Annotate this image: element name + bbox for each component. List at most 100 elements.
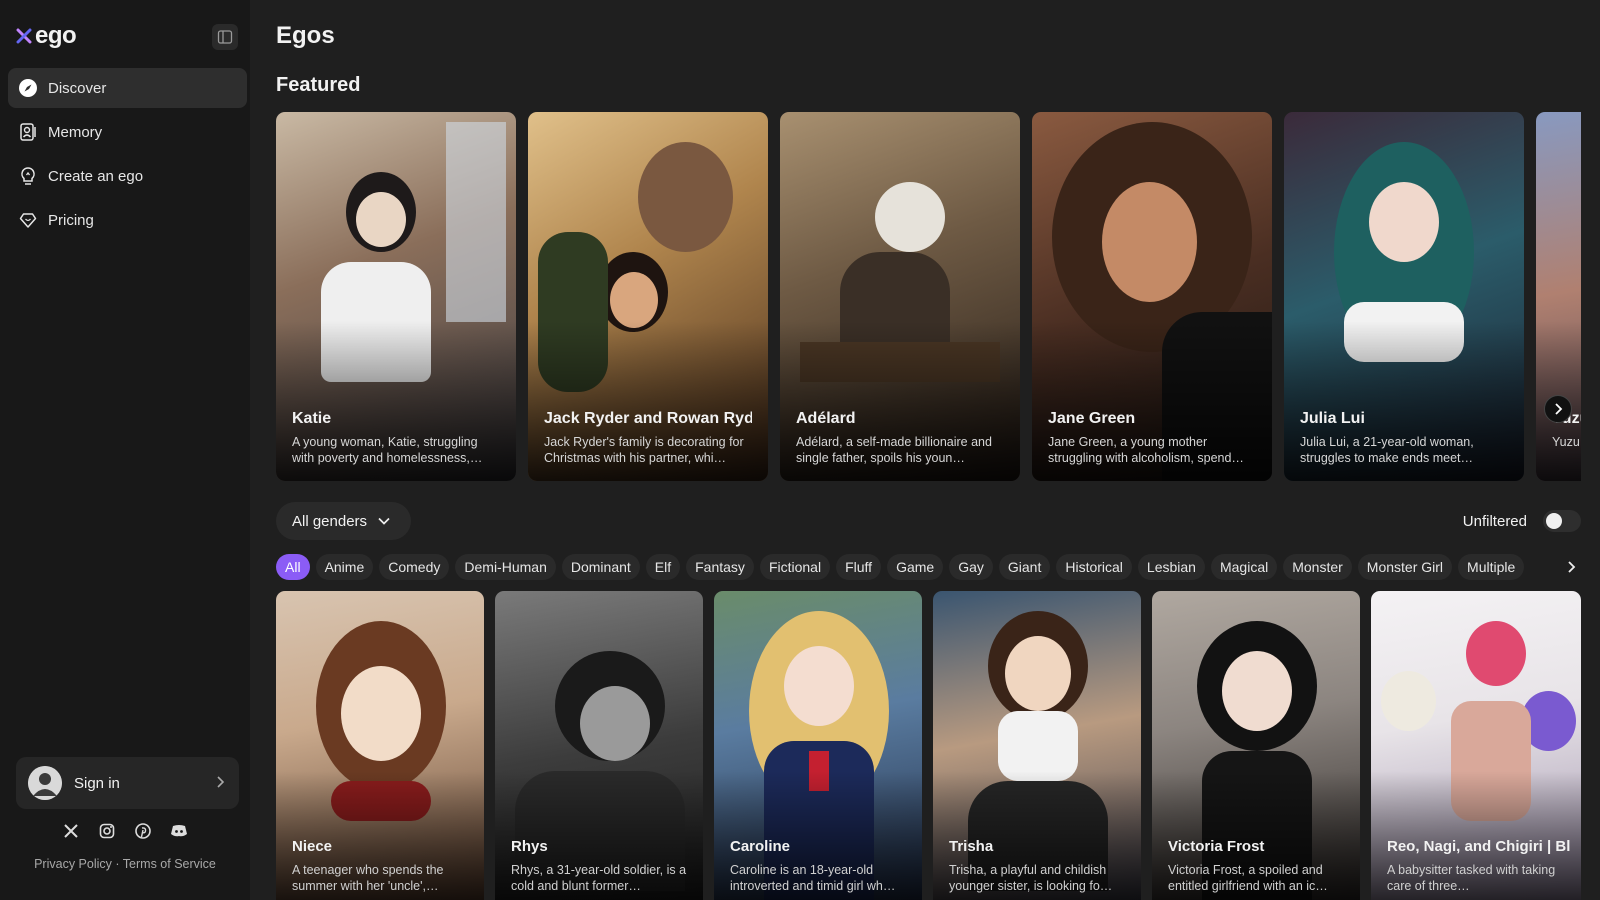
terms-of-service-link[interactable]: Terms of Service: [123, 857, 216, 871]
tag-all[interactable]: All: [276, 554, 310, 580]
carousel-next-button[interactable]: [1544, 395, 1572, 423]
legal-separator: ·: [115, 857, 120, 871]
tag-historical[interactable]: Historical: [1056, 554, 1132, 580]
sidebar-nav: Discover Memory Create an ego Pricing: [8, 68, 247, 244]
filters-row: All genders Unfiltered: [276, 502, 1581, 540]
logo-x-mark-icon: [16, 24, 34, 48]
legal-links: Privacy Policy · Terms of Service: [0, 857, 250, 871]
card-name: Jane Green: [1048, 410, 1136, 427]
card-description: A babysitter tasked with taking care of …: [1387, 863, 1556, 893]
sidebar-item-label: Pricing: [48, 211, 94, 229]
social-links: [0, 822, 250, 840]
tag-filter-bar: All Anime Comedy Demi-Human Dominant Elf Fanta…: [276, 554, 1546, 580]
sidebar-item-label: Memory: [48, 123, 103, 141]
gender-filter-dropdown[interactable]: All genders: [276, 502, 411, 540]
card-description: Jane Green, a young mother struggling wi…: [1048, 435, 1244, 465]
featured-carousel: Katie A young woman, Katie, struggling w…: [276, 112, 1581, 481]
card-name: Jack Ryder and Rowan Ryder: [544, 410, 752, 427]
gender-filter-value: All genders: [292, 512, 368, 530]
featured-card[interactable]: Jack Ryder and Rowan Ryder Jack Ryder's …: [528, 112, 768, 481]
card-name: Victoria Frost: [1168, 838, 1265, 855]
main-content: Egos Featured Katie A young woman, Katie…: [276, 0, 1600, 900]
sign-in-button[interactable]: Sign in: [16, 757, 239, 809]
discord-icon[interactable]: [170, 822, 188, 840]
lightbulb-icon: [18, 166, 38, 186]
tag-game[interactable]: Game: [887, 554, 944, 580]
featured-section-title: Featured: [276, 74, 361, 96]
card-description: Yuzu…high: [1552, 435, 1581, 449]
compass-icon: [18, 78, 38, 98]
pinterest-icon[interactable]: [134, 822, 152, 840]
tag-elf[interactable]: Elf: [645, 554, 681, 580]
ego-card-grid: Niece A teenager who spends the summer w…: [276, 591, 1581, 900]
tag-fluff[interactable]: Fluff: [836, 554, 882, 580]
sidebar-item-label: Discover: [48, 79, 107, 97]
tag-anime[interactable]: Anime: [315, 554, 374, 580]
chevron-right-icon: [215, 775, 225, 793]
tag-comedy[interactable]: Comedy: [379, 554, 450, 580]
toggle-knob: [1546, 513, 1562, 529]
featured-card[interactable]: Jane Green Jane Green, a young mother st…: [1032, 112, 1272, 481]
tag-giant[interactable]: Giant: [998, 554, 1051, 580]
ego-card[interactable]: Victoria Frost Victoria Frost, a spoiled…: [1152, 591, 1360, 900]
sidebar-collapse-button[interactable]: [212, 24, 238, 50]
app-logo[interactable]: ego: [16, 22, 77, 50]
card-description: A teenager who spends the summer with he…: [292, 863, 444, 893]
featured-card[interactable]: Yuzu Yuzu…high: [1536, 112, 1581, 481]
featured-card[interactable]: Adélard Adélard, a self-made billionaire…: [780, 112, 1020, 481]
sidebar-item-label: Create an ego: [48, 167, 144, 185]
memory-icon: [18, 122, 38, 142]
card-description: A young woman, Katie, struggling with po…: [292, 435, 483, 465]
sidebar-item-pricing[interactable]: Pricing: [8, 200, 247, 240]
tags-scroll-next-button[interactable]: [1558, 554, 1584, 580]
card-description: Rhys, a 31-year-old soldier, is a cold a…: [511, 863, 687, 893]
chevron-right-icon: [1555, 403, 1563, 415]
instagram-icon[interactable]: [98, 822, 116, 840]
card-description: Victoria Frost, a spoiled and entitled g…: [1168, 863, 1328, 893]
tag-monster[interactable]: Monster: [1283, 554, 1352, 580]
ego-card[interactable]: Reo, Nagi, and Chigiri | Blue Lock A bab…: [1371, 591, 1581, 900]
sidebar-toggle-icon: [217, 30, 233, 44]
ego-card[interactable]: Trisha Trisha, a playful and childish yo…: [933, 591, 1141, 900]
tag-monster-girl[interactable]: Monster Girl: [1357, 554, 1453, 580]
card-name: Katie: [292, 410, 332, 427]
card-description: Trisha, a playful and childish younger s…: [949, 863, 1113, 893]
card-description: Caroline is an 18-year-old introverted a…: [730, 863, 896, 893]
tag-fictional[interactable]: Fictional: [759, 554, 831, 580]
card-description: Jack Ryder's family is decorating for Ch…: [544, 435, 744, 465]
tag-multiple[interactable]: Multiple: [1458, 554, 1525, 580]
x-icon[interactable]: [62, 822, 80, 840]
logo-row: ego: [16, 22, 238, 52]
sidebar-item-memory[interactable]: Memory: [8, 112, 247, 152]
card-name: Niece: [292, 838, 333, 855]
card-name: Rhys: [511, 838, 548, 855]
tag-dominant[interactable]: Dominant: [561, 554, 640, 580]
chevron-down-icon: [377, 513, 391, 530]
tag-magical[interactable]: Magical: [1210, 554, 1278, 580]
tag-fantasy[interactable]: Fantasy: [686, 554, 754, 580]
privacy-policy-link[interactable]: Privacy Policy: [34, 857, 112, 871]
ego-card[interactable]: Niece A teenager who spends the summer w…: [276, 591, 484, 900]
sidebar-item-create-an-ego[interactable]: Create an ego: [8, 156, 247, 196]
card-description: Julia Lui, a 21-year-old woman, struggle…: [1300, 435, 1474, 465]
sign-in-label: Sign in: [74, 774, 120, 792]
tag-lesbian[interactable]: Lesbian: [1137, 554, 1205, 580]
avatar-placeholder-icon: [28, 766, 62, 800]
sidebar-item-discover[interactable]: Discover: [8, 68, 247, 108]
unfiltered-toggle[interactable]: [1543, 510, 1581, 532]
card-name: Trisha: [949, 838, 994, 855]
featured-card[interactable]: Katie A young woman, Katie, struggling w…: [276, 112, 516, 481]
card-description: Adélard, a self-made billionaire and sin…: [796, 435, 992, 465]
chevron-right-icon: [1568, 561, 1576, 573]
unfiltered-label: Unfiltered: [1462, 512, 1527, 530]
tag-demi-human[interactable]: Demi-Human: [455, 554, 556, 580]
card-name: Adélard: [796, 410, 856, 427]
featured-card[interactable]: Julia Lui Julia Lui, a 21-year-old woman…: [1284, 112, 1524, 481]
ego-card[interactable]: Rhys Rhys, a 31-year-old soldier, is a c…: [495, 591, 703, 900]
card-name: Reo, Nagi, and Chigiri | Blue Lock: [1387, 838, 1571, 855]
tag-gay[interactable]: Gay: [949, 554, 993, 580]
card-name: Caroline: [730, 838, 791, 855]
diamond-heart-icon: [18, 210, 38, 230]
logo-text: ego: [35, 22, 77, 49]
ego-card[interactable]: Caroline Caroline is an 18-year-old intr…: [714, 591, 922, 900]
